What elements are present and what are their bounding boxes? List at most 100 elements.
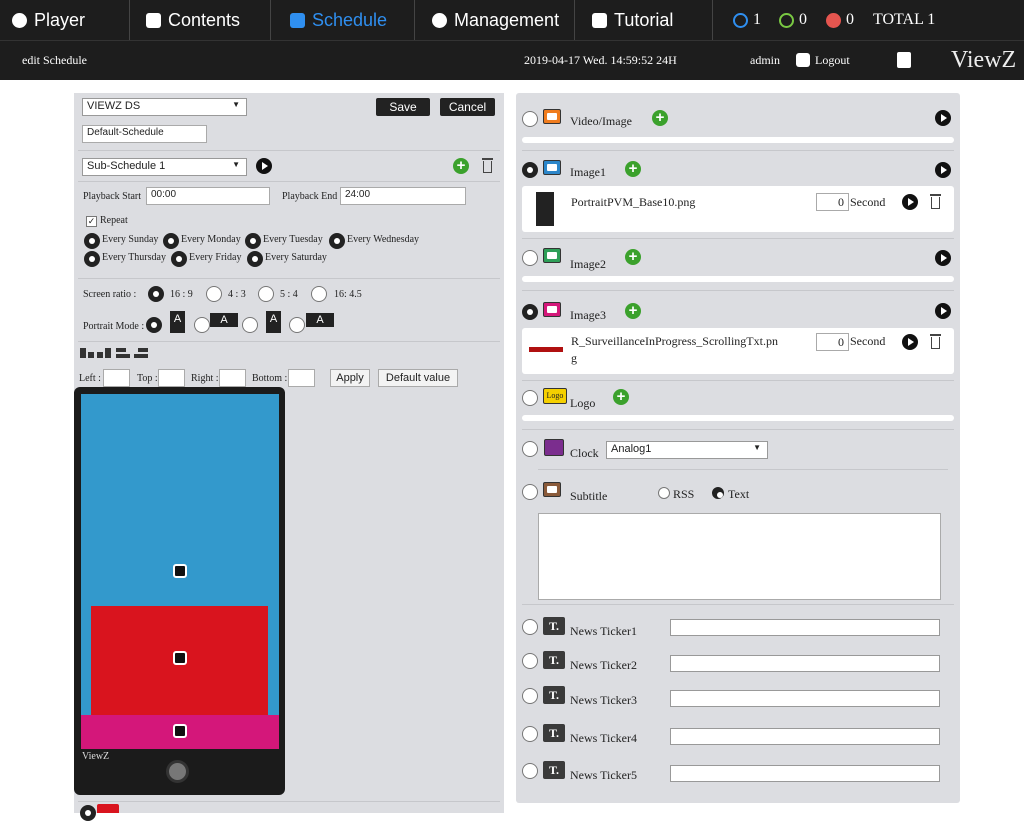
ratio-radio-16-9[interactable] [148,286,164,302]
image3-icon [543,302,561,317]
align-right-icon[interactable] [134,348,148,358]
ticker5-input[interactable] [670,765,940,782]
ticker4-radio[interactable] [522,726,538,742]
ticker5-radio[interactable] [522,763,538,779]
cancel-button[interactable]: Cancel [440,98,495,116]
nav-divider [574,0,575,40]
play-icon [12,12,27,28]
day-radio-saturday[interactable] [247,251,263,267]
ticker3-input[interactable] [670,690,940,707]
player-select[interactable]: VIEWZ DS ▼ [82,98,247,116]
save-button[interactable]: Save [376,98,430,116]
chevron-down-icon: ▼ [232,100,240,109]
portrait-radio-4[interactable] [289,317,305,333]
gear-icon [432,12,447,28]
rss-radio[interactable] [658,487,670,499]
ticker3-radio[interactable] [522,688,538,704]
ratio-radio-4-3[interactable] [206,286,222,302]
align-bottom-icon[interactable] [97,348,111,358]
image3-title: Image3 [570,308,606,322]
bottom-item-radio[interactable] [80,805,96,821]
clock-select[interactable]: Analog1 ▼ [606,441,768,459]
add-image1-button[interactable]: + [625,161,641,177]
schedule-name-input[interactable]: Default-Schedule [82,125,207,143]
bottom-input[interactable] [288,369,315,387]
nav-tutorial[interactable]: Tutorial [592,0,673,40]
day-radio-friday[interactable] [171,251,187,267]
subtitle-icon [543,482,561,497]
add-image2-button[interactable]: + [625,249,641,265]
top-input[interactable] [158,369,185,387]
logo-radio[interactable] [522,390,538,406]
add-subschedule-button[interactable]: + [453,158,469,174]
logo-title: Logo [570,396,596,410]
day-radio-tuesday[interactable] [245,233,261,249]
ratio-radio-16-4-5[interactable] [311,286,327,302]
right-input[interactable] [219,369,246,387]
subtitle-radio[interactable] [522,484,538,500]
video-image-bar [522,137,954,143]
text-radio[interactable] [712,487,724,499]
trash-icon[interactable] [930,194,941,209]
top-nav: Player Contents Schedule Management Tuto… [0,0,1024,40]
server-icon[interactable] [897,52,911,68]
day-label-wednesday: Every Wednesday [347,234,420,245]
ticker5-title: News Ticker5 [570,768,638,782]
logout-link[interactable]: Logout [815,53,850,68]
apply-button[interactable]: Apply [330,369,370,387]
add-video-image-button[interactable]: + [652,110,668,126]
video-image-radio[interactable] [522,111,538,127]
divider [78,341,500,342]
video-image-title: Video/Image [570,114,632,128]
subtitle-textarea[interactable] [538,513,941,600]
ticker2-input[interactable] [670,655,940,672]
image1-seconds-input[interactable]: 0 [816,193,849,211]
image2-icon [543,248,561,263]
play-subschedule-button[interactable] [256,158,272,174]
day-radio-monday[interactable] [163,233,179,249]
trash-icon[interactable] [930,334,941,349]
play-image1-file-button[interactable] [902,194,918,210]
schedule-icon [290,12,305,28]
image1-radio[interactable] [522,162,538,178]
playback-start-input[interactable]: 00:00 [146,187,270,205]
divider [538,469,948,470]
image3-radio[interactable] [522,304,538,320]
play-video-image-button[interactable] [935,110,951,126]
play-image3-button[interactable] [935,303,951,319]
add-logo-button[interactable]: + [613,389,629,405]
clock-radio[interactable] [522,441,538,457]
align-left-icon[interactable] [116,348,130,358]
playback-end-input[interactable]: 24:00 [340,187,466,205]
play-image3-file-button[interactable] [902,334,918,350]
portrait-radio-1[interactable] [146,317,162,333]
clock-title: Clock [570,446,599,460]
default-value-button[interactable]: Default value [378,369,458,387]
portrait-radio-3[interactable] [242,317,258,333]
image2-radio[interactable] [522,250,538,266]
portrait-a-icon: A [170,311,185,333]
play-image2-button[interactable] [935,250,951,266]
ticker1-radio[interactable] [522,619,538,635]
play-image1-button[interactable] [935,162,951,178]
ratio-radio-5-4[interactable] [258,286,274,302]
day-radio-thursday[interactable] [84,251,100,267]
left-input[interactable] [103,369,130,387]
subschedule-select[interactable]: Sub-Schedule 1 ▼ [82,158,247,176]
nav-contents[interactable]: Contents [146,0,240,40]
ticker4-input[interactable] [670,728,940,745]
add-image3-button[interactable]: + [625,303,641,319]
portrait-radio-2[interactable] [194,317,210,333]
image3-seconds-input[interactable]: 0 [816,333,849,351]
ticker2-radio[interactable] [522,653,538,669]
align-top-icon[interactable] [80,348,94,358]
nav-management[interactable]: Management [432,0,559,40]
nav-schedule[interactable]: Schedule [290,0,387,40]
trash-icon[interactable] [482,158,493,173]
day-radio-sunday[interactable] [84,233,100,249]
repeat-checkbox[interactable]: ✓ [86,216,97,227]
ticker1-input[interactable] [670,619,940,636]
image1-title: Image1 [570,165,606,179]
nav-player[interactable]: Player [12,0,85,40]
day-radio-wednesday[interactable] [329,233,345,249]
